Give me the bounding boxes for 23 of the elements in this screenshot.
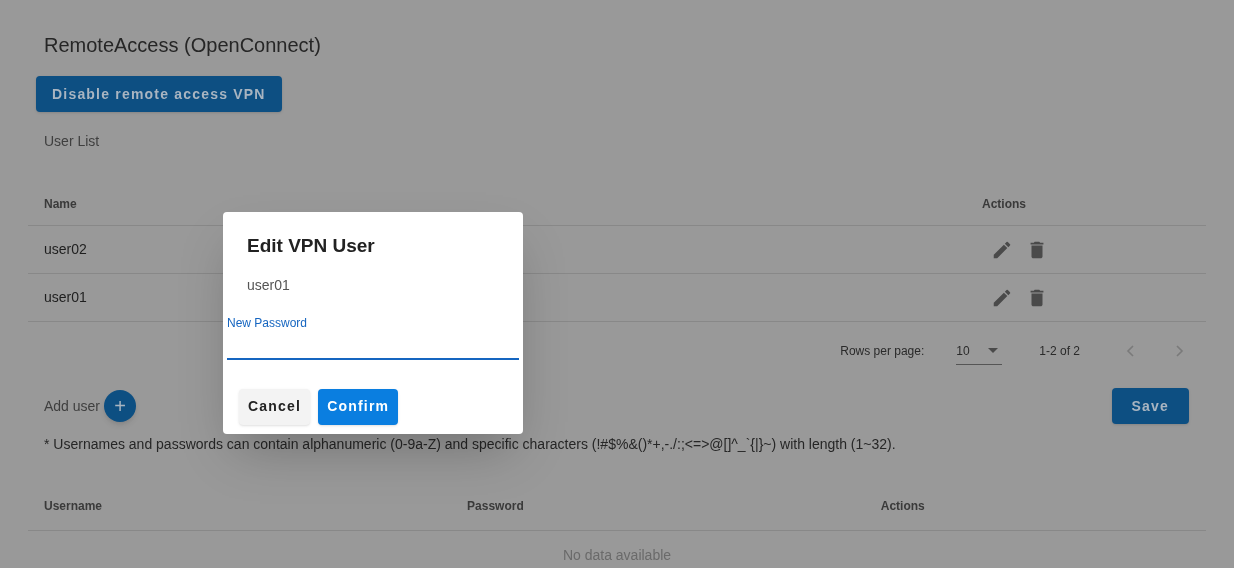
table-cell-text: user02: [44, 240, 87, 259]
cancel-button[interactable]: Cancel: [239, 388, 311, 425]
rows-per-page-label: Rows per page:: [840, 343, 925, 360]
password-field[interactable]: New Password: [227, 313, 519, 360]
disable-vpn-button[interactable]: Disable remote access VPN: [36, 76, 282, 112]
column-header: Username: [44, 497, 103, 515]
column-header: Actions: [880, 497, 925, 515]
rows-per-page-select[interactable]: 10: [956, 337, 1003, 365]
add-user-label: Add user: [44, 396, 101, 416]
save-button[interactable]: Save: [1111, 388, 1189, 424]
confirm-button[interactable]: Confirm: [318, 388, 399, 425]
character-note: * Usernames and passwords can contain alphanumeric (0-9a-Z) and specific characters (!#$%&()*+,-./:;<=>@[]^_`{|}~) with length (1~32).: [44, 435, 896, 454]
add-user-button[interactable]: +: [104, 390, 137, 422]
dialog-username: user01: [247, 275, 290, 295]
page-title: RemoteAccess (OpenConnect): [44, 33, 321, 58]
column-header: Actions: [982, 195, 1026, 213]
dropdown-caret-icon: [988, 348, 999, 353]
table-cell-text: user01: [44, 288, 87, 307]
dialog-title: Edit VPN User: [247, 234, 375, 258]
column-header: Password: [467, 497, 524, 515]
section-label: User List: [44, 132, 100, 151]
column-header: Name: [44, 195, 77, 213]
page-range: 1-2 of 2: [1039, 343, 1080, 360]
